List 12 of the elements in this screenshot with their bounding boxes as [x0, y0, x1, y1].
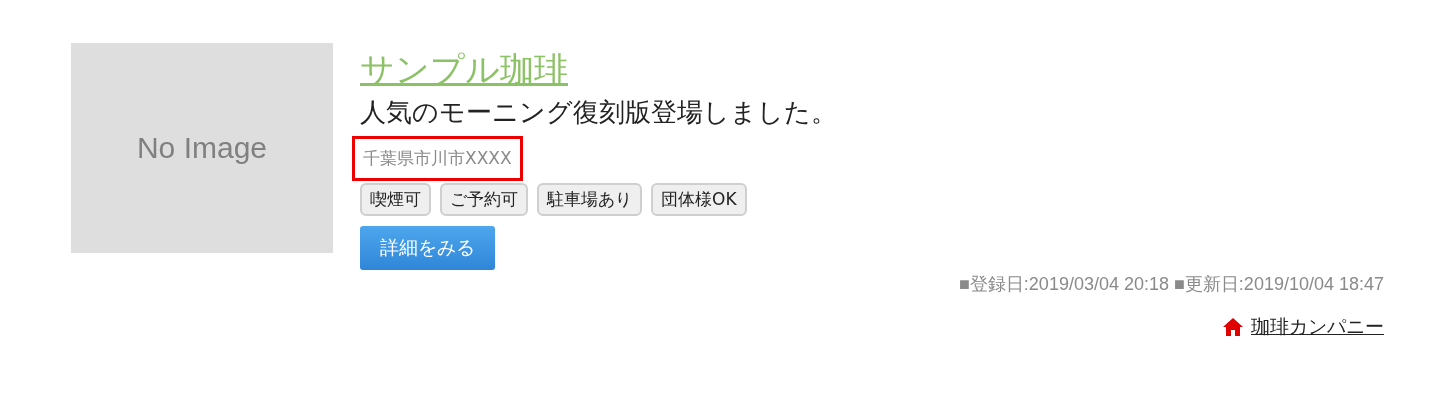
shop-description: 人気のモーニング復刻版登場しました。	[360, 95, 837, 129]
feature-tag: 団体様OK	[651, 182, 747, 216]
shop-address: 千葉県市川市XXXX	[352, 135, 523, 181]
shop-title-link[interactable]: サンプル珈琲	[360, 49, 568, 90]
company-link[interactable]: 珈琲カンパニー	[1251, 313, 1384, 340]
date-info: ■登録日:2019/03/04 20:18 ■更新日:2019/10/04 18:47	[959, 272, 1384, 296]
home-icon	[1223, 317, 1243, 336]
no-image-text: No Image	[136, 131, 268, 165]
feature-tag: ご予約可	[440, 182, 528, 216]
detail-button[interactable]: 詳細をみる	[360, 225, 495, 270]
feature-tag: 駐車場あり	[537, 182, 642, 216]
feature-tag: 喫煙可	[360, 182, 431, 216]
